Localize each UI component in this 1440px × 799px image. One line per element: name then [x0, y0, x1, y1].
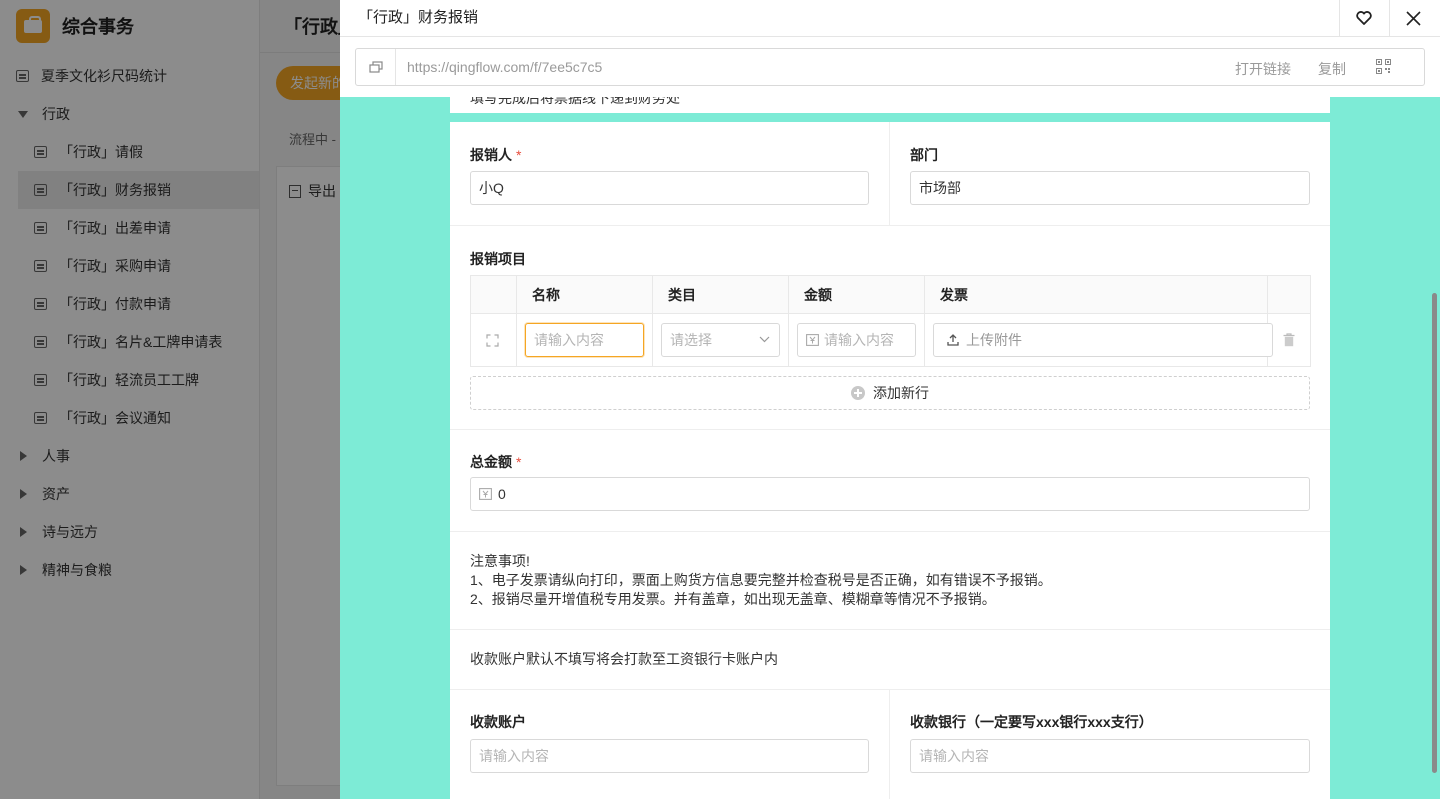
- delete-cell: [1267, 313, 1311, 367]
- currency-icon: [479, 488, 492, 500]
- close-icon: [1406, 10, 1421, 26]
- amount-cell: 请输入内容: [788, 313, 925, 367]
- account-note-section: 收款账户默认不填写将会打款至工资银行卡账户内: [450, 630, 1330, 690]
- link-icon-cell: [356, 49, 396, 85]
- table-header-actions: [1267, 275, 1311, 314]
- item-amount-input[interactable]: 请输入内容: [797, 323, 916, 357]
- table-row: 请输入内容 请选择 请输入内容 上传附件: [470, 313, 1311, 367]
- add-row-button[interactable]: 添加新行: [470, 376, 1310, 410]
- items-table: 名称 类目 金额 发票 请输入内容 请选择 请输入内容 上传附件: [470, 275, 1311, 367]
- copy-link-icon: [368, 60, 383, 73]
- total-section: 总金额 * 0: [450, 430, 1330, 532]
- expense-form: 填写完成后将票据线下递到财务处 报销人 * 小Q 部门 市场部 报销项目 名称 类…: [450, 97, 1330, 799]
- expand-icon[interactable]: [486, 334, 499, 347]
- plus-circle-icon: [851, 386, 865, 400]
- share-url[interactable]: https://qingflow.com/f/7ee5c7c5: [407, 59, 602, 75]
- bank-field[interactable]: 请输入内容: [910, 739, 1310, 773]
- expand-row-cell[interactable]: [470, 313, 517, 367]
- column-divider: [889, 122, 890, 225]
- total-amount-field[interactable]: 0: [470, 477, 1310, 511]
- column-header-amount: 金额: [788, 275, 925, 314]
- scrollbar-thumb[interactable]: [1432, 293, 1437, 773]
- column-header-category: 类目: [652, 275, 789, 314]
- form-drawer: 「行政」财务报销 https://qingflow.com/f/7ee5c7c5…: [340, 0, 1440, 799]
- drawer-header: 「行政」财务报销: [340, 0, 1440, 37]
- department-field[interactable]: 市场部: [910, 171, 1310, 205]
- heart-icon: [1355, 11, 1372, 25]
- reporter-label: 报销人 *: [470, 147, 522, 163]
- bank-label: 收款银行（一定要写xxx银行xxx支行）: [910, 714, 1153, 730]
- upload-attachment-button[interactable]: 上传附件: [933, 323, 1273, 357]
- column-header-invoice: 发票: [924, 275, 1268, 314]
- notice-text: 注意事项! 1、电子发票请纵向打印，票面上购货方信息要完整并检查税号是否正确，如…: [470, 553, 1052, 607]
- upload-icon: [947, 334, 959, 346]
- copy-link-button[interactable]: 复制: [1318, 59, 1346, 79]
- chevron-down-icon: [759, 336, 770, 343]
- account-label: 收款账户: [470, 714, 526, 730]
- item-category-select[interactable]: 请选择: [661, 323, 780, 357]
- item-name-input[interactable]: 请输入内容: [525, 323, 644, 357]
- share-link-area: https://qingflow.com/f/7ee5c7c5 打开链接 复制: [340, 37, 1440, 97]
- bank-section: 收款账户 请输入内容 收款银行（一定要写xxx银行xxx支行） 请输入内容: [450, 690, 1330, 799]
- currency-icon: [806, 334, 819, 346]
- share-link-bar: https://qingflow.com/f/7ee5c7c5 打开链接 复制: [355, 48, 1425, 86]
- qrcode-icon[interactable]: [1376, 59, 1391, 74]
- close-button[interactable]: [1389, 0, 1437, 36]
- open-link-button[interactable]: 打开链接: [1235, 59, 1291, 79]
- name-cell: 请输入内容: [516, 313, 653, 367]
- table-header-row: 名称 类目 金额 发票: [470, 275, 1311, 314]
- notice-section: 注意事项! 1、电子发票请纵向打印，票面上购货方信息要完整并检查税号是否正确，如…: [450, 532, 1330, 630]
- account-note: 收款账户默认不填写将会打款至工资银行卡账户内: [470, 651, 778, 667]
- table-header-handle: [470, 275, 517, 314]
- scrollbar[interactable]: [1430, 97, 1440, 799]
- total-label: 总金额 *: [470, 454, 522, 470]
- reporter-field[interactable]: 小Q: [470, 171, 869, 205]
- drawer-title: 「行政」财务报销: [358, 9, 479, 26]
- items-section: 报销项目 名称 类目 金额 发票 请输入内容 请选择 请输入内容 上传附件 添加…: [450, 226, 1330, 430]
- category-cell: 请选择: [652, 313, 789, 367]
- form-body: 报销人 * 小Q 部门 市场部 报销项目 名称 类目 金额 发票 请输入内容 请…: [450, 122, 1330, 799]
- items-label: 报销项目: [470, 251, 526, 267]
- trash-icon[interactable]: [1283, 333, 1295, 347]
- form-intro: 填写完成后将票据线下递到财务处: [450, 97, 1330, 113]
- column-divider: [889, 690, 890, 799]
- invoice-cell: 上传附件: [924, 313, 1273, 367]
- column-header-name: 名称: [516, 275, 653, 314]
- reporter-section: 报销人 * 小Q 部门 市场部: [450, 122, 1330, 226]
- department-label: 部门: [910, 147, 938, 163]
- favorite-button[interactable]: [1339, 0, 1387, 36]
- account-field[interactable]: 请输入内容: [470, 739, 869, 773]
